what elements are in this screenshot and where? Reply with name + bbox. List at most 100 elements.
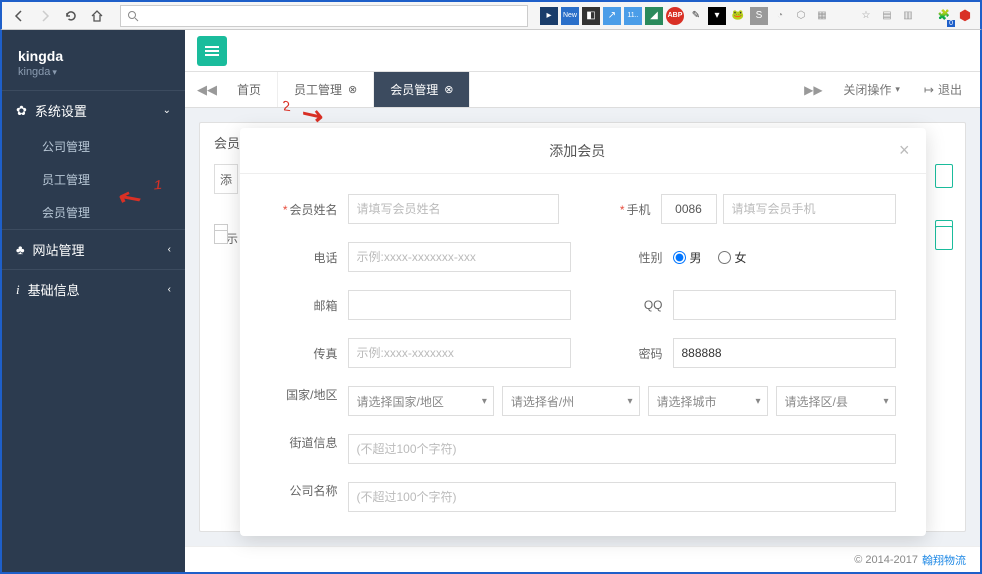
brand-subtitle[interactable]: kingda▾ <box>18 66 169 78</box>
ext-icon[interactable]: S <box>750 7 768 25</box>
email-input[interactable] <box>348 290 571 320</box>
password-label: 密码 <box>595 345 673 362</box>
sitemap-icon: ♣ <box>16 242 25 257</box>
tabbar: ◀◀ 首页 员工管理 ⊗ 会员管理 ⊗ ▶▶ 关闭操作▾ ↦退出 <box>185 72 980 108</box>
menu-base-info[interactable]: i 基础信息 ‹ <box>2 270 185 309</box>
modal-overlay: 添加会员 × *会员姓名 *手机 0086 <box>185 108 980 546</box>
email-label: 邮箱 <box>270 297 348 314</box>
street-input[interactable] <box>348 434 896 464</box>
qq-label: QQ <box>595 298 673 312</box>
modal-close-button[interactable]: × <box>899 140 910 161</box>
topbar <box>185 30 980 72</box>
menu-item-member[interactable]: 会员管理 <box>2 196 185 229</box>
province-select[interactable]: 请选择省/州 <box>502 386 640 416</box>
tab-staff[interactable]: 员工管理 ⊗ <box>278 72 374 107</box>
password-input[interactable] <box>673 338 896 368</box>
sidebar: kingda kingda▾ ✿ 系统设置 ⌄ 公司管理 员工管理 会员管理 ♣… <box>2 30 185 572</box>
district-select[interactable]: 请选择区/县 <box>776 386 896 416</box>
ext-icon[interactable]: ▤ <box>878 7 896 25</box>
tab-label: 员工管理 <box>294 81 342 98</box>
chevron-left-icon: ‹ <box>168 244 171 255</box>
phone-label: 电话 <box>270 249 348 266</box>
main-area: ◀◀ 首页 员工管理⊗ 会员管理⊗ ▶▶ 关闭操作▾ ↦退出 会员 添 <box>185 30 980 572</box>
reload-button[interactable] <box>60 5 82 27</box>
browser-toolbar: ▸ New ◧ ↗ 11.. ◢ ABP ✎ ▾ 🐸 S ◔ ⬡ ▦ ☆ ▤ ▥… <box>0 0 982 30</box>
mobile-input[interactable] <box>723 194 896 224</box>
menu-item-staff[interactable]: 员工管理 <box>2 163 185 196</box>
gender-label: 性别 <box>595 249 673 266</box>
extension-icons: ▸ New ◧ ↗ 11.. ◢ ABP ✎ ▾ 🐸 S ◔ ⬡ ▦ ☆ ▤ ▥… <box>540 7 974 25</box>
menu-system-settings[interactable]: ✿ 系统设置 ⌄ <box>2 91 185 130</box>
close-icon[interactable]: ⊗ <box>348 83 357 96</box>
footer: © 2014-2017 翰翔物流 <box>185 546 980 572</box>
ext-icon[interactable]: ABP <box>666 7 684 25</box>
hamburger-button[interactable] <box>197 36 227 66</box>
ext-icon[interactable]: New <box>561 7 579 25</box>
bookmark-icon[interactable]: ☆ <box>857 7 875 25</box>
tab-member[interactable]: 会员管理 ⊗ <box>374 72 470 107</box>
logout-button[interactable]: ↦退出 <box>916 81 970 98</box>
tab-label: 首页 <box>237 81 261 98</box>
menu-item-company[interactable]: 公司管理 <box>2 130 185 163</box>
gender-female-radio[interactable]: 女 <box>718 249 747 266</box>
back-button[interactable] <box>8 5 30 27</box>
ext-icon[interactable]: ⬢ <box>956 7 974 25</box>
content: 会员 添 显示 ↘2 ↖1 <box>185 108 980 546</box>
add-member-modal: 添加会员 × *会员姓名 *手机 0086 <box>240 128 926 536</box>
ext-icon[interactable]: ▾ <box>708 7 726 25</box>
tabs-next-button[interactable]: ▶▶ <box>799 83 827 97</box>
modal-title: 添加会员 <box>256 141 899 161</box>
info-icon: i <box>16 282 20 298</box>
menu-label: 基础信息 <box>28 280 80 299</box>
brand-name: kingda <box>18 48 169 64</box>
chevron-left-icon: ‹ <box>168 284 171 295</box>
ext-icon[interactable]: ✎ <box>687 7 705 25</box>
ext-icon[interactable]: ▸ <box>540 7 558 25</box>
ext-icon[interactable]: ◔ <box>771 7 789 25</box>
logout-icon: ↦ <box>924 83 934 97</box>
mobile-label: *手机 <box>583 201 661 218</box>
tab-home[interactable]: 首页 <box>221 72 278 107</box>
chevron-down-icon: ⌄ <box>163 105 171 116</box>
search-icon <box>127 10 139 22</box>
region-label: 国家/地区 <box>270 386 348 416</box>
ext-icon[interactable]: ◧ <box>582 7 600 25</box>
copyright-text: © 2014-2017 <box>854 554 918 566</box>
modal-header: 添加会员 × <box>240 128 926 174</box>
ext-icon[interactable]: ▥ <box>899 7 917 25</box>
tab-label: 会员管理 <box>390 81 438 98</box>
url-bar[interactable] <box>120 5 528 27</box>
menu-website[interactable]: ♣ 网站管理 ‹ <box>2 230 185 269</box>
ext-icon[interactable]: ▦ <box>813 7 831 25</box>
ext-icon[interactable]: 11.. <box>624 7 642 25</box>
mobile-prefix[interactable]: 0086 <box>661 194 717 224</box>
city-select[interactable]: 请选择城市 <box>648 386 768 416</box>
name-label: *会员姓名 <box>270 201 348 218</box>
ext-icon[interactable]: ↗ <box>603 7 621 25</box>
company-input[interactable] <box>348 482 896 512</box>
gender-male-radio[interactable]: 男 <box>673 249 702 266</box>
company-label: 公司名称 <box>270 482 348 512</box>
ext-icon[interactable]: ⬡ <box>792 7 810 25</box>
modal-body: *会员姓名 *手机 0086 <box>240 174 926 536</box>
qq-input[interactable] <box>673 290 896 320</box>
street-label: 街道信息 <box>270 434 348 464</box>
phone-input[interactable] <box>348 242 571 272</box>
gear-icon: ✿ <box>16 103 27 119</box>
menu-label: 系统设置 <box>35 101 87 120</box>
close-operations[interactable]: 关闭操作▾ <box>835 81 908 98</box>
footer-link[interactable]: 翰翔物流 <box>922 552 966 568</box>
brand: kingda kingda▾ <box>2 30 185 90</box>
menu-label: 网站管理 <box>33 240 85 259</box>
home-button[interactable] <box>86 5 108 27</box>
forward-button[interactable] <box>34 5 56 27</box>
ext-icon[interactable]: ◢ <box>645 7 663 25</box>
fax-input[interactable] <box>348 338 571 368</box>
country-select[interactable]: 请选择国家/地区 <box>348 386 494 416</box>
ext-icon[interactable]: 0🧩 <box>935 7 953 25</box>
ext-icon[interactable]: 🐸 <box>729 7 747 25</box>
fax-label: 传真 <box>270 345 348 362</box>
name-input[interactable] <box>348 194 559 224</box>
tabs-prev-button[interactable]: ◀◀ <box>193 72 221 107</box>
close-icon[interactable]: ⊗ <box>444 83 453 96</box>
